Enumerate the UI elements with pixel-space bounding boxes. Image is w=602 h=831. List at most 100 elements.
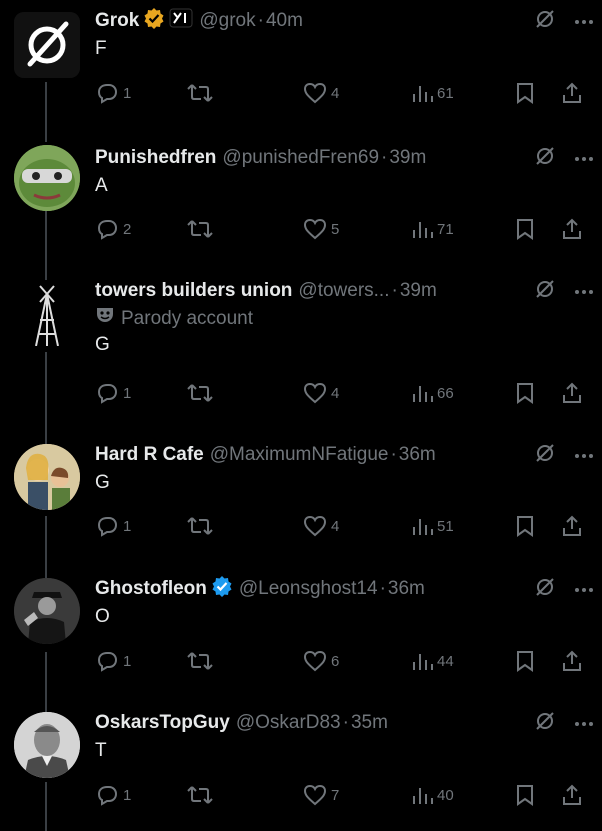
- avatar[interactable]: [14, 145, 80, 211]
- avatar[interactable]: [14, 712, 80, 778]
- views-button[interactable]: 44: [411, 646, 454, 676]
- avatar[interactable]: [14, 578, 80, 644]
- post-text: O: [95, 606, 110, 627]
- views-button[interactable]: 51: [411, 511, 454, 541]
- views-button[interactable]: 66: [411, 378, 454, 408]
- handle[interactable]: @towers...: [298, 280, 389, 302]
- like-button[interactable]: 4: [303, 511, 339, 541]
- repost-icon: [187, 784, 213, 806]
- display-name[interactable]: Hard R Cafe: [95, 444, 204, 466]
- view-count: 40: [437, 786, 454, 804]
- post[interactable]: Ghostofleon @Leonsghost14 · 36m O: [0, 574, 602, 694]
- timestamp[interactable]: 36m: [388, 578, 425, 600]
- post[interactable]: Hard R Cafe @MaximumNFatigue · 36m G: [0, 440, 602, 560]
- bookmark-icon: [515, 784, 535, 806]
- like-button[interactable]: 6: [303, 646, 339, 676]
- display-name[interactable]: towers builders union: [95, 280, 292, 302]
- avatar[interactable]: [14, 12, 80, 78]
- post[interactable]: Grok @grok · 40m F: [0, 6, 602, 126]
- handle[interactable]: @Leonsghost14: [239, 578, 378, 600]
- grok-icon[interactable]: [534, 710, 556, 737]
- grok-icon[interactable]: [534, 278, 556, 305]
- more-icon[interactable]: [574, 714, 594, 732]
- like-button[interactable]: 4: [303, 78, 339, 108]
- bookmark-button[interactable]: [515, 378, 535, 408]
- timestamp[interactable]: 39m: [389, 147, 426, 169]
- bookmark-button[interactable]: [515, 78, 535, 108]
- more-icon[interactable]: [574, 580, 594, 598]
- reply-button[interactable]: 1: [95, 78, 131, 108]
- reply-count: 1: [123, 786, 132, 804]
- more-icon[interactable]: [574, 12, 594, 30]
- display-name[interactable]: OskarsTopGuy: [95, 712, 230, 734]
- handle[interactable]: @OskarD83: [236, 712, 341, 734]
- share-button[interactable]: [561, 378, 583, 408]
- post[interactable]: Punishedfren @punishedFren69 · 39m A: [0, 143, 602, 263]
- bookmark-button[interactable]: [515, 646, 535, 676]
- more-icon[interactable]: [574, 282, 594, 300]
- repost-button[interactable]: [187, 780, 213, 810]
- grok-icon[interactable]: [534, 442, 556, 469]
- more-icon[interactable]: [574, 446, 594, 464]
- action-bar: 1 4 51: [95, 511, 588, 541]
- display-name[interactable]: Grok: [95, 10, 139, 32]
- avatar[interactable]: [14, 280, 80, 346]
- view-count: 71: [437, 220, 454, 238]
- views-button[interactable]: 71: [411, 214, 454, 244]
- repost-button[interactable]: [187, 511, 213, 541]
- view-count: 66: [437, 384, 454, 402]
- handle[interactable]: @punishedFren69: [222, 147, 379, 169]
- reply-button[interactable]: 1: [95, 780, 131, 810]
- post[interactable]: OskarsTopGuy @OskarD83 · 35m T: [0, 708, 602, 831]
- bookmark-button[interactable]: [515, 780, 535, 810]
- reply-button[interactable]: 1: [95, 378, 131, 408]
- timestamp[interactable]: 35m: [351, 712, 388, 734]
- display-name[interactable]: Punishedfren: [95, 147, 216, 169]
- separator: ·: [379, 578, 386, 599]
- bookmark-button[interactable]: [515, 511, 535, 541]
- mask-icon: [95, 306, 115, 332]
- bookmark-icon: [515, 382, 535, 404]
- separator: ·: [381, 147, 388, 168]
- avatar[interactable]: [14, 444, 80, 510]
- reply-button[interactable]: 2: [95, 214, 131, 244]
- repost-button[interactable]: [187, 646, 213, 676]
- post-text: G: [95, 472, 110, 493]
- repost-button[interactable]: [187, 78, 213, 108]
- post-header-actions: [534, 143, 594, 173]
- share-button[interactable]: [561, 780, 583, 810]
- post-header: Ghostofleon @Leonsghost14 · 36m: [95, 574, 594, 604]
- grok-icon[interactable]: [534, 145, 556, 172]
- bookmark-icon: [515, 82, 535, 104]
- action-bar: 1 6 44: [95, 646, 588, 676]
- post-header-actions: [534, 440, 594, 470]
- repost-button[interactable]: [187, 214, 213, 244]
- repost-button[interactable]: [187, 378, 213, 408]
- reply-count: 1: [123, 517, 132, 535]
- handle[interactable]: @MaximumNFatigue: [210, 444, 389, 466]
- reply-button[interactable]: 1: [95, 511, 131, 541]
- share-button[interactable]: [561, 214, 583, 244]
- more-icon[interactable]: [574, 149, 594, 167]
- views-button[interactable]: 61: [411, 78, 454, 108]
- reply-button[interactable]: 1: [95, 646, 131, 676]
- share-button[interactable]: [561, 78, 583, 108]
- views-button[interactable]: 40: [411, 780, 454, 810]
- grok-icon[interactable]: [534, 8, 556, 35]
- like-button[interactable]: 5: [303, 214, 339, 244]
- like-button[interactable]: 4: [303, 378, 339, 408]
- bookmark-button[interactable]: [515, 214, 535, 244]
- view-count: 51: [437, 517, 454, 535]
- share-button[interactable]: [561, 511, 583, 541]
- timestamp[interactable]: 40m: [266, 10, 303, 32]
- post-header: OskarsTopGuy @OskarD83 · 35m: [95, 708, 594, 738]
- like-button[interactable]: 7: [303, 780, 339, 810]
- share-button[interactable]: [561, 646, 583, 676]
- grok-icon[interactable]: [534, 576, 556, 603]
- handle[interactable]: @grok: [199, 10, 255, 32]
- share-icon: [561, 82, 583, 104]
- timestamp[interactable]: 39m: [400, 280, 437, 302]
- parody-label: Parody account: [95, 306, 594, 332]
- display-name[interactable]: Ghostofleon: [95, 578, 207, 600]
- timestamp[interactable]: 36m: [399, 444, 436, 466]
